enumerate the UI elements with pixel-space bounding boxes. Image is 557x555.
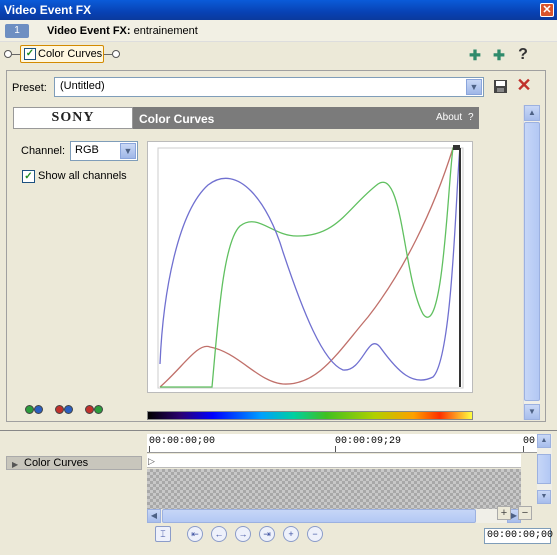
- ruler-tickmark: [523, 446, 524, 452]
- remove-plugin-icon[interactable]: ✚: [490, 47, 508, 63]
- window-titlebar: Video Event FX ✕: [0, 0, 557, 20]
- ruler-tick-label: 00:00:09;29: [335, 436, 402, 447]
- about-link[interactable]: About: [436, 112, 462, 123]
- chain-end-node: [112, 50, 120, 58]
- chain-line: [12, 54, 20, 55]
- scroll-down-icon[interactable]: ▼: [537, 490, 551, 504]
- chain-line: [104, 54, 112, 55]
- channel-label: Channel:: [21, 145, 66, 157]
- red-blue-channel-icon[interactable]: [53, 405, 75, 415]
- plugin-ui: SONY Color Curves About ? Channel: RGB ▼…: [13, 107, 521, 420]
- go-to-end-icon[interactable]: ⇥: [259, 526, 275, 542]
- delete-keyframe-icon[interactable]: −: [307, 526, 323, 542]
- scroll-thumb[interactable]: [537, 454, 551, 484]
- plugin-name-title: Color Curves: [139, 112, 215, 126]
- scroll-up-icon[interactable]: ▲: [537, 434, 551, 448]
- close-button[interactable]: ✕: [540, 3, 554, 17]
- channel-select[interactable]: RGB ▼: [70, 141, 138, 161]
- scroll-thumb[interactable]: [524, 122, 540, 401]
- preset-value: (Untitled): [60, 80, 105, 92]
- delete-preset-icon[interactable]: ✕: [516, 76, 532, 94]
- sony-logo: SONY: [13, 107, 133, 129]
- ruler-tickmark: [149, 446, 150, 452]
- fx-title-label: Video Event FX:: [47, 25, 131, 37]
- chevron-down-icon[interactable]: ▼: [120, 143, 136, 159]
- ruler-tick-label: 00: [523, 436, 536, 447]
- keyframe-timeline[interactable]: 00:00:00;00 00:00:09;29 00 ▷ ◀ ▶: [147, 434, 537, 530]
- expand-triangle-icon[interactable]: ▶: [12, 459, 18, 471]
- banner-help-icon[interactable]: ?: [468, 112, 474, 123]
- scroll-down-icon[interactable]: ▼: [524, 404, 540, 420]
- add-keyframe-icon[interactable]: +: [283, 526, 299, 542]
- curve-area: [157, 147, 464, 389]
- red-green-channel-icon[interactable]: [83, 405, 105, 415]
- curve-svg[interactable]: [148, 142, 474, 394]
- scroll-up-icon[interactable]: ▲: [524, 105, 540, 121]
- channel-icons: [23, 405, 110, 417]
- timecode-display[interactable]: 00:00:00;00: [484, 528, 553, 544]
- timeline-horizontal-scrollbar[interactable]: ◀ ▶: [147, 509, 521, 523]
- empty-lane-area: [147, 469, 521, 511]
- help-icon[interactable]: ?: [514, 47, 532, 63]
- ruler-tick-label: 00:00:00;00: [149, 436, 216, 447]
- green-blue-channel-icon[interactable]: [23, 405, 45, 415]
- plugin-label: Color Curves: [38, 48, 103, 60]
- color-gradient-bar: [147, 411, 473, 420]
- scroll-thumb[interactable]: [162, 509, 476, 523]
- go-to-start-icon[interactable]: ⇤: [187, 526, 203, 542]
- plugin-chain-icon[interactable]: ✚: [466, 47, 484, 63]
- previous-keyframe-icon[interactable]: ←: [211, 526, 227, 542]
- plugin-color-curves[interactable]: ✓ Color Curves: [20, 45, 104, 63]
- transport-controls: ⌶ ⇤ ← → ⇥ + −: [150, 526, 480, 544]
- plugin-enable-checkbox[interactable]: ✓: [24, 48, 36, 60]
- sync-cursor-icon[interactable]: ⌶: [155, 526, 171, 542]
- fx-title: Video Event FX: entrainement: [47, 25, 198, 37]
- zoom-in-button[interactable]: +: [497, 506, 511, 520]
- chain-start-node: [4, 50, 12, 58]
- plugin-chain: ✓ Color Curves ✚ ✚ ?: [0, 42, 557, 68]
- plugin-vertical-scrollbar[interactable]: ▲ ▼: [523, 105, 540, 420]
- scroll-left-icon[interactable]: ◀: [147, 509, 161, 523]
- track-item-label: Color Curves: [24, 457, 89, 469]
- fx-header: 1 Video Event FX: entrainement: [0, 20, 557, 42]
- chevron-down-icon[interactable]: ▼: [466, 79, 482, 95]
- window-title: Video Event FX: [4, 3, 92, 17]
- timeline-vertical-scrollbar[interactable]: ▲ ▼: [537, 434, 552, 504]
- keyframe-marker-icon[interactable]: ▷: [148, 456, 155, 467]
- preset-label: Preset:: [12, 82, 47, 94]
- curve-graph[interactable]: [147, 141, 473, 393]
- keyframe-track-color-curves[interactable]: ▶ Color Curves: [6, 456, 142, 470]
- zoom-out-button[interactable]: −: [518, 506, 532, 520]
- keyframe-track-list: ▶ Color Curves: [3, 434, 145, 552]
- preset-panel: Preset: (Untitled) ▼ ✕ SONY Color Curves…: [6, 70, 546, 422]
- next-keyframe-icon[interactable]: →: [235, 526, 251, 542]
- ruler-tickmark: [335, 446, 336, 452]
- preset-select[interactable]: (Untitled) ▼: [54, 77, 484, 97]
- show-all-channels-checkbox[interactable]: ✓: [22, 170, 35, 183]
- time-ruler[interactable]: 00:00:00;00 00:00:09;29 00: [147, 434, 537, 453]
- fx-title-value: entrainement: [133, 25, 198, 37]
- save-preset-icon[interactable]: [493, 79, 508, 94]
- curve-endpoint-handle[interactable]: [453, 145, 460, 150]
- plugin-banner: SONY Color Curves About ?: [13, 107, 479, 129]
- keyframe-lane[interactable]: ▷: [147, 454, 521, 468]
- channel-value: RGB: [75, 144, 99, 156]
- track-number-badge: 1: [5, 24, 29, 38]
- show-all-channels-label: Show all channels: [38, 170, 127, 182]
